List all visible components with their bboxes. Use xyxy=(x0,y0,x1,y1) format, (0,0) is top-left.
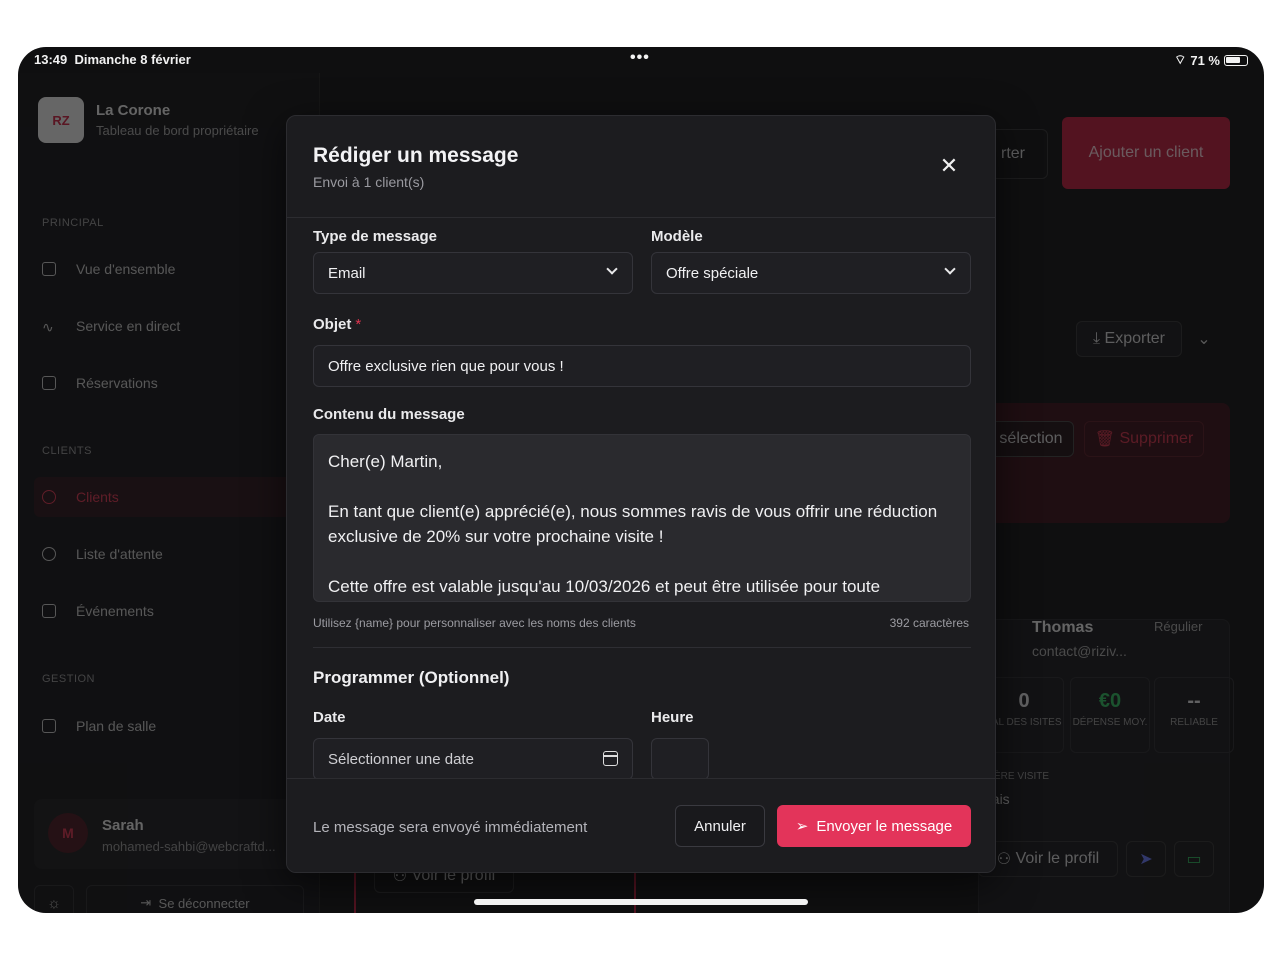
activity-icon: ∿ xyxy=(42,319,54,335)
subject-input[interactable]: Offre exclusive rien que pour vous ! xyxy=(313,345,971,387)
trash-icon: 🗑 xyxy=(1094,431,1116,448)
date-label: Date xyxy=(313,709,346,726)
wifi-icon: ⌔ xyxy=(1174,52,1187,67)
message-type-label: Type de message xyxy=(313,228,437,245)
divider xyxy=(313,647,971,648)
calendar-event-icon xyxy=(42,604,56,618)
status-bar: 13:49 Dimanche 8 février ••• ⌔ 71 % xyxy=(18,47,1264,73)
character-count: 392 caractères xyxy=(889,616,969,630)
modal-title: Rédiger un message xyxy=(313,144,519,167)
users-icon xyxy=(42,490,56,504)
send-timing-note: Le message sera envoyé immédiatement xyxy=(313,819,588,836)
calendar-icon xyxy=(603,751,618,766)
status-date: Dimanche 8 février xyxy=(74,52,191,67)
sidebar-item-reservations[interactable]: Réservations xyxy=(42,363,302,403)
message-content-textarea[interactable]: Cher(e) Martin, En tant que client(e) ap… xyxy=(313,434,971,602)
table-grid-icon xyxy=(42,719,56,733)
calendar-icon xyxy=(42,376,56,390)
time-input[interactable] xyxy=(651,738,709,780)
send-message-button[interactable]: ➢ Envoyer le message xyxy=(777,805,971,847)
required-marker: * xyxy=(355,316,362,333)
home-indicator[interactable] xyxy=(474,899,808,905)
user-email: mohamed-sahbi@webcraftd... xyxy=(102,839,276,854)
section-principal: PRINCIPAL xyxy=(42,217,104,229)
status-time: 13:49 xyxy=(34,52,68,67)
user-clock-icon xyxy=(42,547,56,561)
user-name: Sarah xyxy=(102,817,144,834)
sidebar-item-overview[interactable]: Vue d'ensemble xyxy=(42,249,302,289)
grid-icon xyxy=(42,262,56,276)
battery-icon xyxy=(1224,54,1248,66)
add-client-button[interactable]: Ajouter un client xyxy=(1062,117,1230,189)
client-name: Thomas xyxy=(1032,619,1094,636)
avatar: M xyxy=(48,813,88,853)
brand-name: La Corone xyxy=(96,102,171,119)
brand: RZ La Corone Tableau de bord propriétair… xyxy=(38,97,259,143)
sidebar-item-floor-plan[interactable]: Plan de salle xyxy=(42,706,302,746)
brand-subtitle: Tableau de bord propriétaire xyxy=(96,123,259,138)
view-profile-button[interactable]: ⚇ Voir le profil xyxy=(978,841,1118,877)
stat-visits: 0 TAL DES ISITES xyxy=(984,677,1064,753)
send-icon[interactable]: ➤ xyxy=(1126,841,1166,877)
user-icon: ⚇ xyxy=(996,851,1012,868)
chevron-down-icon xyxy=(944,263,956,275)
exporter-button[interactable]: ⤓ Exporter xyxy=(1076,321,1182,357)
stat-avg-spend: €0 DÉPENSE MOY. xyxy=(1070,677,1150,753)
modal-header: Rédiger un message Envoi à 1 client(s) ✕ xyxy=(287,116,995,218)
time-label: Heure xyxy=(651,709,694,726)
multitask-dots-icon[interactable]: ••• xyxy=(630,49,650,67)
selection-button[interactable]: sélection xyxy=(988,421,1074,457)
client-email: contact@riziv... xyxy=(1032,643,1127,659)
content-label: Contenu du message xyxy=(313,406,465,423)
battery-percent: 71 % xyxy=(1190,52,1220,68)
compose-message-modal: Rédiger un message Envoi à 1 client(s) ✕… xyxy=(286,115,996,873)
sidebar-item-live-service[interactable]: ∿ Service en direct xyxy=(42,306,302,346)
sidebar-item-events[interactable]: Événements xyxy=(42,591,302,631)
chat-icon[interactable]: ▭ xyxy=(1174,841,1214,877)
close-icon[interactable]: ✕ xyxy=(937,153,961,178)
delete-button[interactable]: 🗑 Supprimer xyxy=(1084,421,1204,457)
tablet-screen: 13:49 Dimanche 8 février ••• ⌔ 71 % RZ L… xyxy=(18,47,1264,913)
cancel-button[interactable]: Annuler xyxy=(675,805,765,847)
schedule-title: Programmer (Optionnel) xyxy=(313,668,510,687)
send-icon: ➢ xyxy=(795,818,809,835)
sidebar-item-waitlist[interactable]: Liste d'attente xyxy=(42,534,302,574)
stat-reliable: -- RELIABLE xyxy=(1154,677,1234,753)
date-picker[interactable]: Sélectionner une date xyxy=(313,738,633,780)
message-type-select[interactable]: Email xyxy=(313,252,633,294)
logout-button[interactable]: ⇥ Se déconnecter xyxy=(86,885,304,913)
brand-logo: RZ xyxy=(38,97,84,143)
section-gestion: GESTION xyxy=(42,673,96,685)
sidebar-item-clients[interactable]: Clients xyxy=(34,477,294,517)
template-label: Modèle xyxy=(651,228,703,245)
modal-subtitle: Envoi à 1 client(s) xyxy=(313,174,425,190)
modal-footer: Le message sera envoyé immédiatement Ann… xyxy=(287,778,995,872)
theme-toggle-button[interactable]: ☼ xyxy=(34,885,74,913)
section-clients: CLIENTS xyxy=(42,445,92,457)
chevron-down-icon xyxy=(606,263,618,275)
template-select[interactable]: Offre spéciale xyxy=(651,252,971,294)
subject-label: Objet * xyxy=(313,316,362,333)
sun-icon: ☼ xyxy=(47,894,61,912)
export-menu-chevron-icon[interactable]: ⌄ xyxy=(1190,321,1218,357)
download-icon: ⤓ xyxy=(1093,330,1101,347)
user-card[interactable]: M Sarah mohamed-sahbi@webcraftd... xyxy=(34,799,304,869)
personalize-hint: Utilisez {name} pour personnaliser avec … xyxy=(313,616,636,630)
sidebar: RZ La Corone Tableau de bord propriétair… xyxy=(18,73,320,913)
client-badge: Régulier xyxy=(1154,619,1203,634)
logout-icon: ⇥ xyxy=(140,895,152,910)
